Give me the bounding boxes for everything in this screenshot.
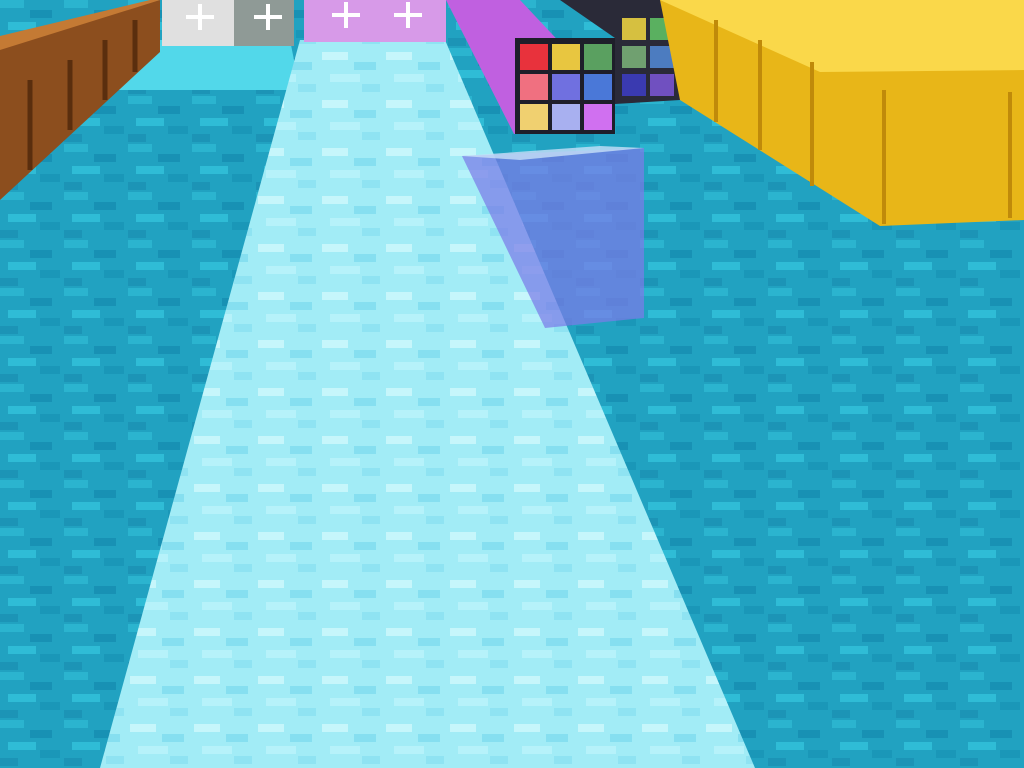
magenta-glazed-block — [304, 0, 446, 42]
world-render — [0, 0, 1024, 768]
game-viewport[interactable] — [0, 0, 1024, 768]
